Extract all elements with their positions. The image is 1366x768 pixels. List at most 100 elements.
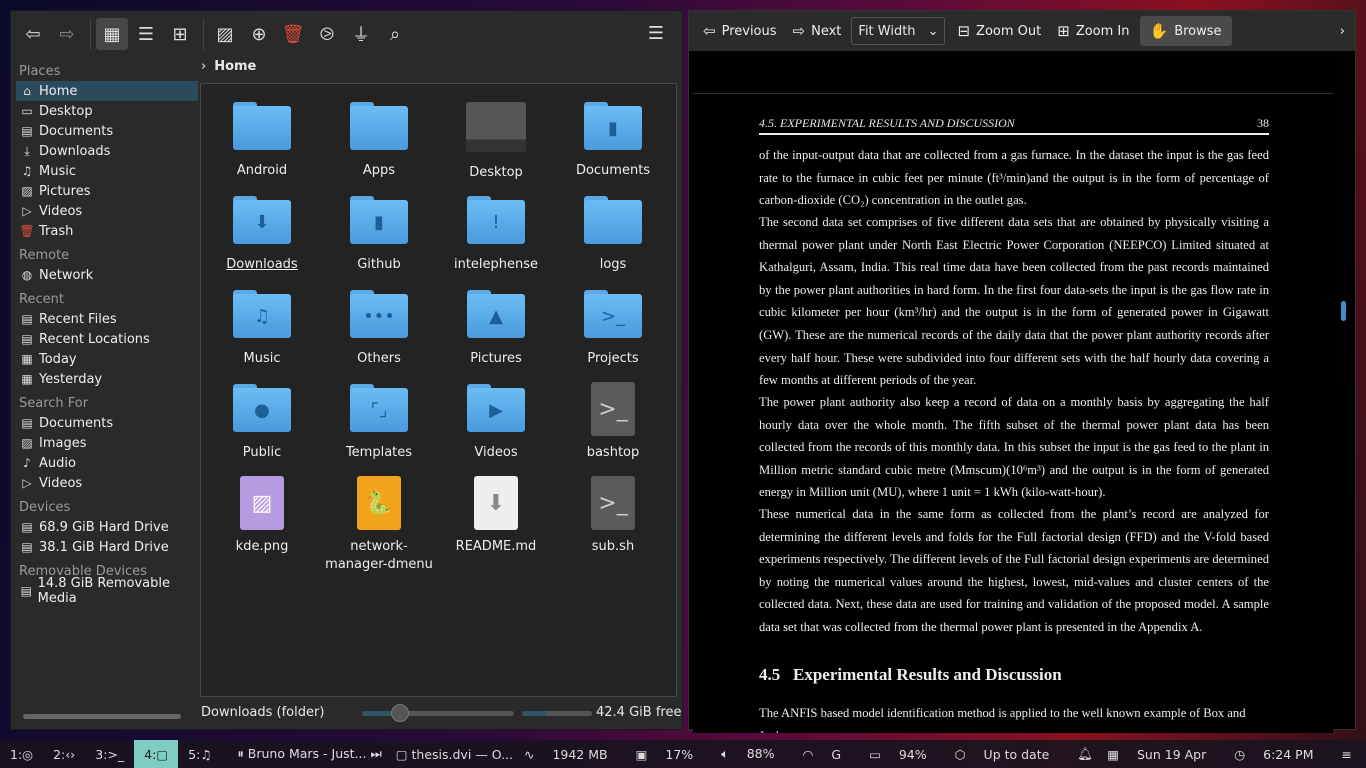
updates-widget[interactable]: ⬡ Up to date (955, 747, 1064, 762)
breadcrumb-home[interactable]: Home (214, 59, 256, 74)
sidebar-item[interactable]: ▤ 68.9 GiB Hard Drive (16, 517, 198, 537)
sidebar-item[interactable]: ▷ Videos (16, 201, 198, 221)
list-icon: ☰ (137, 23, 155, 45)
more-button[interactable]: › (1334, 16, 1351, 46)
file-item[interactable]: logs (558, 196, 668, 274)
file-item[interactable]: 🐍 network-manager-dmenu (324, 476, 434, 574)
sidebar-item[interactable]: ▦ Today (16, 349, 198, 369)
sidebar-item[interactable]: ▤ Documents (16, 121, 198, 141)
file-item[interactable]: Android (207, 102, 317, 180)
sidebar-item[interactable]: ♫ Music (16, 161, 198, 181)
file-name: kde.png (235, 539, 289, 554)
file-item[interactable]: ♫ Music (207, 290, 317, 368)
sidebar-item[interactable]: ♪ Audio (16, 453, 198, 473)
sidebar-item[interactable]: ▭ Desktop (16, 101, 198, 121)
sidebar-item-label: Music (39, 163, 76, 179)
file-item[interactable]: >_ sub.sh (558, 476, 668, 556)
sidebar-item-label: 38.1 GiB Hard Drive (39, 539, 169, 555)
sidebar-item[interactable]: ▨ Pictures (16, 181, 198, 201)
vertical-scrollbar[interactable] (1341, 301, 1346, 321)
speaker-icon: 🔈︎ (721, 746, 733, 761)
place-icon: ▤ (21, 540, 33, 554)
document-page[interactable]: 4.5. EXPERIMENTAL RESULTS AND DISCUSSION… (693, 93, 1333, 733)
file-item[interactable]: ▲ Pictures (441, 290, 551, 368)
file-item[interactable]: ● Public (207, 384, 317, 462)
sidebar-item[interactable]: ▨ Images (16, 433, 198, 453)
media-widget[interactable]: ⏸ Bruno Mars - Just... ⏭ (238, 746, 382, 762)
menu-button[interactable]: ☰ (640, 17, 672, 49)
new-button[interactable]: ⊕ (243, 18, 275, 50)
file-item[interactable]: >_ bashtop (558, 382, 668, 462)
sidebar-item[interactable]: ▤ Documents (16, 413, 198, 433)
next-button[interactable]: ⇨ Next (787, 16, 848, 46)
workspace-button[interactable]: 2: ‹› (43, 740, 85, 768)
next-label: Next (811, 23, 842, 39)
zoom-mode-value: Fit Width (858, 23, 916, 39)
zoom-in-button[interactable]: ⊞ Zoom In (1051, 16, 1135, 46)
clock-widget[interactable]: ◷ 6:24 PM (1234, 747, 1327, 762)
filter-button[interactable]: ⏚ (345, 18, 377, 50)
tree-view-button[interactable]: ⊞ (164, 18, 196, 50)
workspace-button[interactable]: 5: ♫ (178, 740, 221, 768)
file-item[interactable]: ⬇ Downloads (207, 196, 317, 274)
taskbar: 1: ◎ 2: ‹› 3: >_ 4: ▢ 5: ♫ ⏸ Bruno Mars - Just...… (0, 740, 1366, 768)
delete-button[interactable]: 🗑 (277, 18, 309, 50)
file-item[interactable]: ⬇ README.md (441, 476, 551, 556)
zoom-slider[interactable] (362, 704, 514, 722)
sidebar-item-label: Desktop (39, 103, 93, 119)
terminal-button[interactable]: ⧁ (311, 18, 343, 50)
sidebar-item[interactable]: ▦ Yesterday (16, 369, 198, 389)
workspace-icon: ♫ (200, 746, 212, 762)
preview-button[interactable]: ▨ (209, 18, 241, 50)
zoom-slider-handle[interactable] (391, 704, 409, 722)
back-button[interactable]: ⇦ (17, 18, 49, 50)
place-icon: ▦ (21, 372, 33, 386)
header-section: 4.5. EXPERIMENTAL RESULTS AND DISCUSSION (759, 116, 1015, 130)
search-button[interactable]: ⌕ (379, 18, 411, 50)
workspace-button[interactable]: 1: ◎ (0, 740, 43, 768)
menu-icon[interactable]: ≡ (1342, 747, 1352, 762)
places-sidebar: Places ⌂ Home ▭ Desktop ▤ Documents ⤓ Downloads ♫… (16, 57, 198, 606)
zoom-out-button[interactable]: ⊟ Zoom Out (951, 16, 1047, 46)
active-window[interactable]: ▢ thesis.dvi — O... (396, 747, 513, 762)
breadcrumb[interactable]: › Home (201, 59, 256, 74)
file-emblem-icon: >_ (598, 396, 628, 422)
details-view-button[interactable]: ☰ (130, 18, 162, 50)
date-widget[interactable]: ▦ Sun 19 Apr (1107, 747, 1220, 762)
sidebar-item[interactable]: ⤓ Downloads (16, 141, 198, 161)
volume-widget[interactable]: 🔈︎ 88% (721, 746, 788, 762)
browse-button[interactable]: ✋ Browse (1139, 16, 1232, 46)
sidebar-item[interactable]: ▤ 14.8 GiB Removable Media (16, 576, 198, 606)
file-item[interactable]: Desktop (441, 102, 551, 182)
sidebar-item[interactable]: ▤ Recent Locations (16, 329, 198, 349)
sidebar-item[interactable]: ◍ Network (16, 265, 198, 285)
file-item[interactable]: ⌜⌟ Templates (324, 384, 434, 462)
zoom-mode-select[interactable]: Fit Width ⌄ (851, 17, 946, 45)
previous-button[interactable]: ⇦ Previous (697, 16, 783, 46)
file-item[interactable]: ▶ Videos (441, 384, 551, 462)
window-icon: ▢ (395, 746, 412, 762)
workspace-button[interactable]: 3: >_ (85, 740, 134, 768)
zoom-out-label: Zoom Out (976, 23, 1042, 39)
folder-emblem-icon: ▶ (489, 400, 503, 421)
file-item[interactable]: ! intelephense (441, 196, 551, 274)
wifi-widget[interactable]: ◠ G (802, 747, 855, 762)
file-item[interactable]: ▮ Github (324, 196, 434, 274)
file-item[interactable]: ▨ kde.png (207, 476, 317, 556)
file-item[interactable]: Apps (324, 102, 434, 180)
icons-view-button[interactable]: ▦ (96, 18, 128, 50)
file-item[interactable]: ••• Others (324, 290, 434, 368)
file-item[interactable]: ▮ Documents (558, 102, 668, 180)
file-item[interactable]: >_ Projects (558, 290, 668, 368)
workspace-button[interactable]: 4: ▢ (134, 740, 179, 768)
wifi-icon: ◠ (802, 746, 818, 762)
sidebar-item[interactable]: ⌂ Home (16, 81, 198, 101)
bell-icon[interactable]: 🔔︎ (1077, 746, 1093, 762)
sidebar-item[interactable]: ▤ 38.1 GiB Hard Drive (16, 537, 198, 557)
sidebar-item[interactable]: ▤ Recent Files (16, 309, 198, 329)
place-icon: ♫ (21, 164, 33, 178)
sidebar-item[interactable]: 🗑 Trash (16, 221, 198, 241)
sidebar-scrollbar[interactable] (23, 714, 181, 719)
sidebar-item[interactable]: ▷ Videos (16, 473, 198, 493)
forward-button[interactable]: ⇨ (51, 18, 83, 50)
